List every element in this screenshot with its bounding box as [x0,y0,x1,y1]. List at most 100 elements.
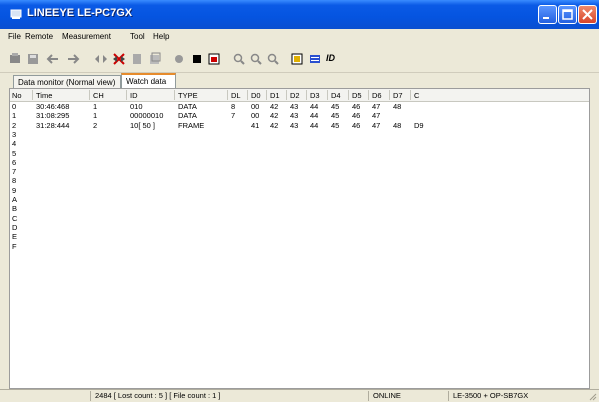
column-separator[interactable] [266,90,267,100]
zoom-reset-icon[interactable] [266,52,280,66]
cell-dl: 7 [231,111,236,121]
column-separator[interactable] [306,90,307,100]
cell-d3: 44 [310,120,319,130]
column-header-d3[interactable]: D3 [310,91,320,100]
cell-no: 8 [12,176,17,186]
column-header-type[interactable]: TYPE [178,91,198,100]
table-row[interactable]: 8 [10,176,589,185]
cell-no: F [12,241,17,251]
column-separator[interactable] [227,90,228,100]
column-header-d4[interactable]: D4 [331,91,341,100]
cell-no: 4 [12,139,17,149]
column-separator[interactable] [368,90,369,100]
column-header-d1[interactable]: D1 [270,91,280,100]
cell-d2: 43 [290,111,299,121]
column-header-dl[interactable]: DL [231,91,241,100]
cell-d0: 00 [251,111,260,121]
back-icon[interactable] [46,52,60,66]
column-separator[interactable] [410,90,411,100]
save-icon[interactable] [26,52,40,66]
tab-data-monitor[interactable]: Data monitor (Normal view) [13,75,121,89]
table-row[interactable]: 4 [10,139,589,148]
table-row[interactable]: E [10,232,589,241]
table-row[interactable]: 3 [10,130,589,139]
table-row[interactable]: 5 [10,149,589,158]
cell-d0: 00 [251,102,260,111]
cell-id: 10[ 50 ] [130,120,156,130]
column-header-d0[interactable]: D0 [251,91,261,100]
id-toggle-button[interactable]: ID [326,53,335,63]
cell-ch: 1 [93,102,98,111]
title-bar[interactable]: LINEEYE LE-PC7GX [0,0,599,29]
cell-type: DATA [178,111,197,121]
column-separator[interactable] [32,90,33,100]
cross-icon[interactable] [112,52,126,66]
cell-d7: 48 [393,102,402,111]
table-row[interactable]: B [10,204,589,213]
table-row[interactable]: F [10,242,589,251]
grid-icon[interactable] [308,52,322,66]
column-header-d6[interactable]: D6 [372,91,382,100]
status-bar: 2484 [ Lost count : 5 ] [ File count : 1… [0,389,599,402]
cell-d1: 42 [270,111,279,121]
column-separator[interactable] [389,90,390,100]
status-count: 2484 [ Lost count : 5 ] [ File count : 1… [90,391,368,401]
column-header-d2[interactable]: D2 [290,91,300,100]
column-header-c[interactable]: C [414,91,419,100]
table-row[interactable]: 2 31:28:444 2 10[ 50 ] FRAME 41 42 43 44 45 46 47 48… [10,121,589,130]
table-row[interactable]: D [10,223,589,232]
setup-icon[interactable] [207,52,221,66]
stop-icon[interactable] [190,52,204,66]
resize-grip-icon[interactable] [588,392,597,401]
menu-file[interactable]: File [8,32,21,41]
menu-remote[interactable]: Remote [25,32,53,41]
cell-dl: 8 [231,102,236,111]
tab-watch-data[interactable]: Watch data [121,73,176,89]
new-icon[interactable] [8,52,22,66]
cell-d2: 43 [290,102,299,111]
cell-no: 7 [12,167,17,177]
print-icon[interactable] [130,52,144,66]
table-row[interactable]: 7 [10,167,589,176]
status-device: LE-3500 + OP-SB7GX [448,391,588,401]
zoom-in-icon[interactable] [232,52,246,66]
table-row[interactable]: 9 [10,186,589,195]
column-header-d7[interactable]: D7 [393,91,403,100]
zoom-out-icon[interactable] [249,52,263,66]
cell-no: 5 [12,148,17,158]
cell-d5: 46 [352,120,361,130]
column-header-no[interactable]: No [12,91,22,100]
circle-icon[interactable] [172,52,186,66]
column-separator[interactable] [327,90,328,100]
column-header-ch[interactable]: CH [93,91,104,100]
cell-d1: 42 [270,102,279,111]
table-row[interactable]: 0 30:46:468 1 010 DATA 8 00 42 43 44 45 46 47 48 [10,102,589,111]
column-header-d5[interactable]: D5 [352,91,362,100]
menu-measurement[interactable]: Measurement [62,32,111,41]
column-separator[interactable] [348,90,349,100]
table-row[interactable]: C [10,214,589,223]
table-row[interactable]: 1 31:08:295 1 00000010 DATA 7 00 42 43 44 45 46 47 [10,111,589,120]
column-separator[interactable] [247,90,248,100]
table-row[interactable]: A [10,195,589,204]
close-button[interactable] [578,5,597,24]
copy-icon[interactable] [148,52,162,66]
column-header-time[interactable]: Time [36,91,52,100]
column-separator[interactable] [286,90,287,100]
forward-icon[interactable] [66,52,80,66]
maximize-icon [562,9,573,20]
column-separator[interactable] [174,90,175,100]
menu-help[interactable]: Help [153,32,169,41]
column-separator[interactable] [126,90,127,100]
record-icon[interactable] [94,52,108,66]
close-icon [582,9,593,20]
maximize-button[interactable] [558,5,577,24]
column-separator[interactable] [89,90,90,100]
column-header-id[interactable]: ID [130,91,138,100]
menu-tool[interactable]: Tool [130,32,145,41]
window-icon[interactable] [290,52,304,66]
minimize-button[interactable] [538,5,557,24]
cell-no: A [12,195,18,204]
table-row[interactable]: 6 [10,158,589,167]
cell-ch: 2 [93,120,98,130]
